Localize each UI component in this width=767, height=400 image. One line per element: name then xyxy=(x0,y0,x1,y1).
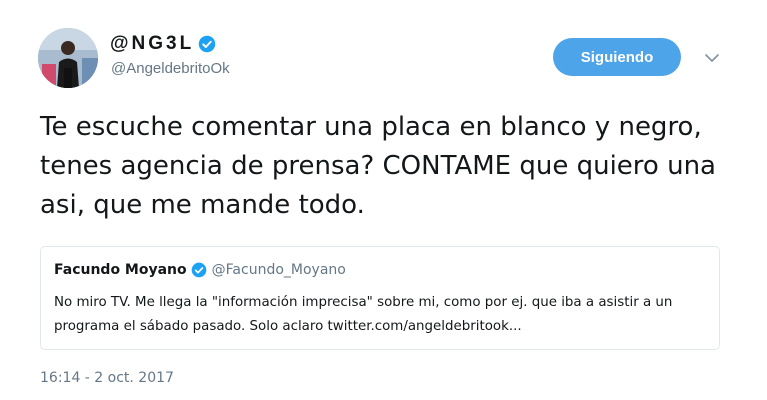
author-display-name[interactable]: @NG3L xyxy=(110,33,216,55)
tweet-text: Te escuche comentar una placa en blanco … xyxy=(40,112,716,220)
tweet-timestamp[interactable]: 16:14 - 2 oct. 2017 xyxy=(40,370,174,386)
author-handle[interactable]: @AngeldebritoOk xyxy=(111,60,230,77)
quoted-tweet-text: No miro TV. Me llega la "información imp… xyxy=(54,295,673,334)
verified-badge-icon xyxy=(198,35,216,53)
verified-badge-icon xyxy=(191,262,206,278)
quoted-tweet[interactable]: Facundo Moyano @Facundo_Moyano No miro T… xyxy=(40,246,720,350)
tweet-card: @NG3L @AngeldebritoOk Siguiendo Te escuc… xyxy=(0,0,767,400)
quoted-tweet-header: Facundo Moyano @Facundo_Moyano xyxy=(54,262,346,278)
author-name-text[interactable]: @NG3L xyxy=(110,33,194,55)
quoted-author-handle: @Facundo_Moyano xyxy=(211,262,346,278)
following-button[interactable]: Siguiendo xyxy=(553,38,681,76)
chevron-down-icon[interactable] xyxy=(702,48,722,68)
author-avatar[interactable] xyxy=(38,28,98,88)
quoted-author-name: Facundo Moyano xyxy=(54,262,187,278)
